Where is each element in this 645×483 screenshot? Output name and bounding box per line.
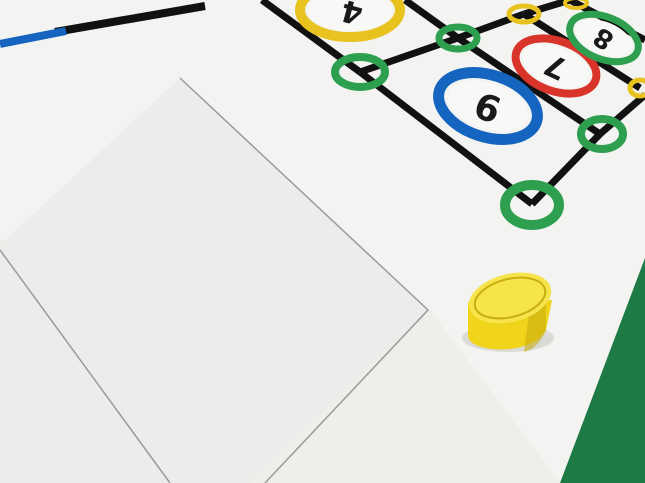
mat-scene: 4 7 8 9 [0,0,645,483]
scene-svg: 4 7 8 9 [0,0,645,483]
